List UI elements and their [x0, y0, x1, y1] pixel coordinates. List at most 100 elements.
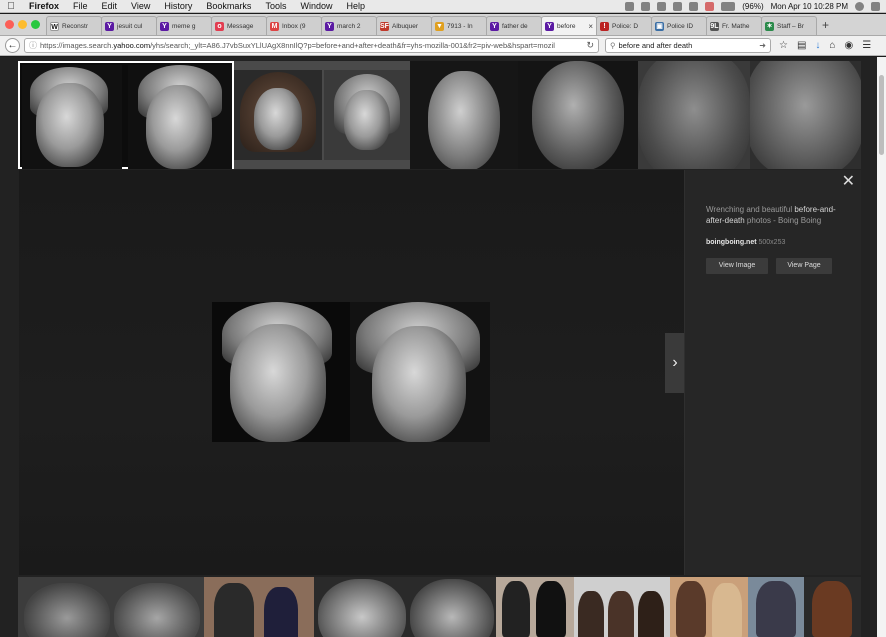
tab-label: Message	[227, 22, 254, 30]
view-image-button[interactable]: View Image	[706, 258, 768, 274]
tab-active[interactable]: Ybefore ×	[541, 16, 597, 35]
tab-label: Police: D	[612, 22, 639, 30]
volume-icon[interactable]	[689, 2, 699, 11]
url-prefix: https://images.search.	[40, 41, 114, 50]
spotlight-icon[interactable]	[855, 2, 864, 11]
chevron-right-icon: ›	[672, 354, 678, 371]
browser-tab[interactable]: ✶ Staff – Br	[761, 16, 817, 35]
bluetooth-icon[interactable]	[673, 2, 683, 11]
tab-favicon-icon: 9L	[710, 21, 719, 31]
browser-tab[interactable]: ! Police: D	[596, 16, 652, 35]
thumbnail-image[interactable]	[748, 577, 804, 637]
home-icon[interactable]: ⌂	[829, 40, 835, 51]
menu-tools[interactable]: Tools	[258, 1, 293, 11]
back-button[interactable]: ←	[5, 38, 20, 53]
page-content: › ✕ Wrenching and beautiful before-and-a…	[0, 57, 886, 637]
apple-menu-icon[interactable]: 	[0, 1, 22, 12]
reload-icon[interactable]: ↻	[586, 40, 594, 51]
menubar-clock[interactable]: Mon Apr 10 10:28 PM	[771, 2, 848, 11]
thumbnail-image[interactable]	[496, 577, 574, 637]
site-info-icon[interactable]: ⓘ	[29, 40, 37, 51]
thumbnail-image[interactable]	[518, 61, 638, 169]
browser-tab[interactable]: Ymeme g	[156, 16, 212, 35]
battery-icon[interactable]	[721, 2, 736, 11]
tab-label: 7913 - In	[447, 22, 473, 30]
menu-history[interactable]: History	[157, 1, 199, 11]
tab-close-icon[interactable]: ×	[588, 22, 593, 31]
view-page-button[interactable]: View Page	[776, 258, 832, 274]
menu-view[interactable]: View	[124, 1, 157, 11]
tab-label: father de	[502, 22, 528, 30]
tab-favicon-icon: ▣	[655, 21, 664, 31]
menu-bookmarks[interactable]: Bookmarks	[199, 1, 258, 11]
zoom-window-button[interactable]	[31, 20, 40, 29]
thumbnail-image[interactable]	[638, 61, 750, 169]
browser-tab[interactable]: W Reconstr	[46, 16, 102, 35]
tab-favicon-icon: Y	[490, 21, 499, 31]
reading-list-icon[interactable]: ▤	[797, 40, 806, 51]
thumbnail-image[interactable]	[18, 577, 204, 637]
image-title-text: Wrenching and beautiful	[706, 205, 795, 214]
browser-tab[interactable]: SF Albuquer	[376, 16, 432, 35]
thumbnail-image[interactable]	[670, 577, 748, 637]
browser-tab[interactable]: M Inbox (9	[266, 16, 322, 35]
minimize-window-button[interactable]	[18, 20, 27, 29]
tab-favicon-icon: W	[50, 21, 59, 31]
image-viewer: › ✕ Wrenching and beautiful before-and-a…	[19, 170, 861, 575]
thumbnail-row-bottom	[18, 577, 861, 637]
tab-favicon-icon: Y	[105, 21, 114, 31]
menu-icon[interactable]: ☰	[862, 40, 871, 51]
thumbnail-image[interactable]	[750, 61, 861, 169]
browser-tab[interactable]: Yfather de	[486, 16, 542, 35]
browser-tab[interactable]: Yjesuit cul	[101, 16, 157, 35]
tab-favicon-icon: Y	[545, 21, 554, 31]
tab-label: march 2	[337, 22, 361, 30]
menubar-status-area: (96%) Mon Apr 10 10:28 PM	[625, 0, 880, 13]
new-tab-button[interactable]: +	[816, 18, 835, 35]
url-bar[interactable]: ⓘ https://images.search. yahoo.com /yhs/…	[24, 38, 599, 53]
thumbnail-image[interactable]	[314, 577, 496, 637]
browser-tab[interactable]: Ymarch 2	[321, 16, 377, 35]
thumbnail-image[interactable]	[574, 577, 670, 637]
wifi-icon[interactable]	[641, 2, 651, 11]
close-icon[interactable]: ✕	[842, 174, 855, 190]
browser-tab[interactable]: ▼ 7913 - In	[431, 16, 487, 35]
thumbnail-selected[interactable]	[18, 61, 234, 169]
time-machine-icon[interactable]	[657, 2, 667, 11]
image-source-domain[interactable]: boingboing.net	[706, 239, 757, 246]
browser-tab[interactable]: o Message	[211, 16, 267, 35]
search-input[interactable]: before and after death	[619, 41, 693, 50]
bookmark-star-icon[interactable]: ☆	[779, 40, 788, 51]
pocket-icon[interactable]: ◉	[844, 40, 853, 51]
sync-icon[interactable]	[625, 2, 635, 11]
image-source: boingboing.net 500x253	[706, 239, 785, 246]
thumbnail-image[interactable]	[410, 61, 518, 169]
search-go-icon[interactable]: ➜	[759, 41, 766, 50]
tab-favicon-icon: M	[270, 21, 279, 31]
tab-favicon-icon: ▼	[435, 21, 444, 31]
menu-edit[interactable]: Edit	[95, 1, 125, 11]
tab-label: Fr. Mathe	[722, 22, 750, 30]
notification-center-icon[interactable]	[871, 2, 880, 11]
browser-tab[interactable]: ▣ Police ID	[651, 16, 707, 35]
thumbnail-image[interactable]	[804, 577, 861, 637]
menu-firefox[interactable]: Firefox	[22, 1, 66, 11]
thumbnail-row-top	[18, 61, 861, 169]
downloads-icon[interactable]: ↓	[815, 40, 820, 51]
scrollbar-thumb[interactable]	[879, 75, 884, 155]
menu-window[interactable]: Window	[293, 1, 339, 11]
thumbnail-image[interactable]	[234, 61, 410, 169]
tab-label: Staff – Br	[777, 22, 804, 30]
preview-image[interactable]	[212, 302, 490, 442]
image-title[interactable]: Wrenching and beautiful before-and-after…	[706, 204, 836, 226]
browser-tab[interactable]: 9L Fr. Mathe	[706, 16, 762, 35]
thumbnail-image[interactable]	[204, 577, 314, 637]
search-bar[interactable]: ⚲ before and after death ➜	[605, 38, 771, 53]
page-scrollbar[interactable]	[877, 57, 886, 637]
next-image-button[interactable]: ›	[665, 333, 685, 393]
menu-file[interactable]: File	[66, 1, 95, 11]
flag-icon[interactable]	[705, 2, 715, 11]
close-window-button[interactable]	[5, 20, 14, 29]
tab-label: Police ID	[667, 22, 694, 30]
menu-help[interactable]: Help	[339, 1, 372, 11]
